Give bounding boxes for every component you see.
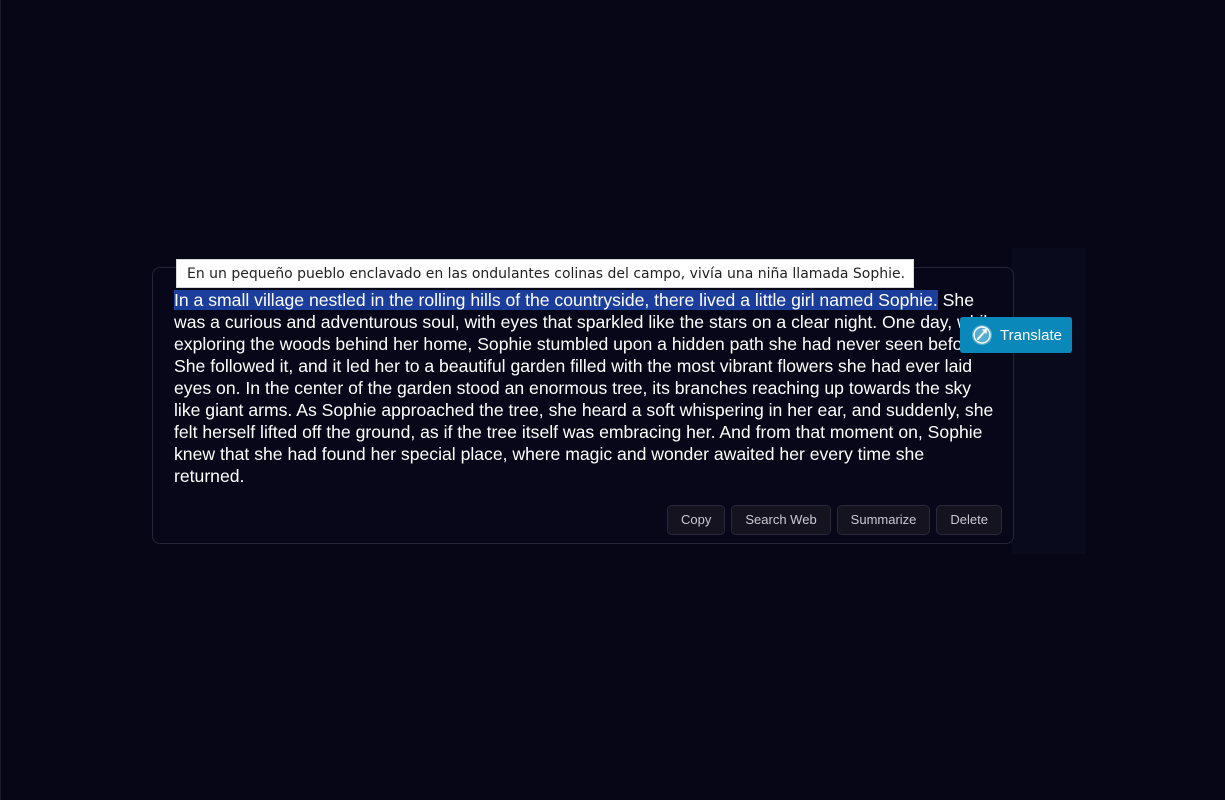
copy-button[interactable]: Copy bbox=[667, 505, 726, 535]
translate-button[interactable]: Translate bbox=[960, 317, 1072, 353]
window-edge bbox=[0, 0, 1, 800]
popup-shadow bbox=[1012, 248, 1086, 554]
action-bar: Copy Search Web Summarize Delete bbox=[667, 505, 1002, 535]
search-web-button[interactable]: Search Web bbox=[731, 505, 831, 535]
summarize-button[interactable]: Summarize bbox=[836, 505, 931, 535]
translate-icon bbox=[970, 323, 994, 347]
translate-button-label: Translate bbox=[1000, 326, 1062, 344]
page: In a small village nestled in the rollin… bbox=[0, 0, 1225, 800]
unselected-text[interactable]: She was a curious and adventurous soul, … bbox=[174, 290, 997, 486]
translation-tooltip: En un pequeño pueblo enclavado en las on… bbox=[176, 259, 914, 288]
story-text[interactable]: In a small village nestled in the rollin… bbox=[174, 289, 999, 487]
delete-button[interactable]: Delete bbox=[936, 505, 1002, 535]
selected-text[interactable]: In a small village nestled in the rollin… bbox=[174, 290, 938, 310]
